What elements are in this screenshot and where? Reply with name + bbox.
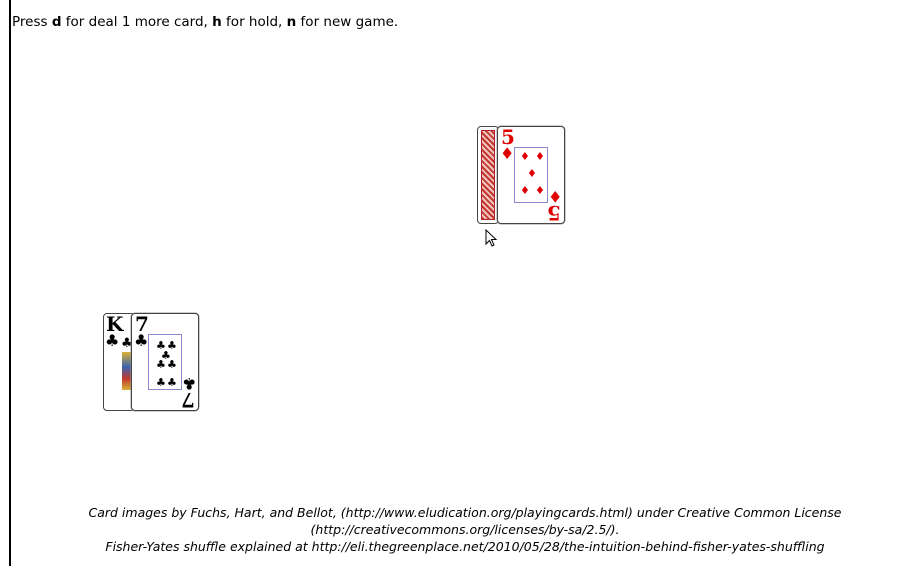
- card-back-pattern: [481, 130, 495, 220]
- card-5-diamonds[interactable]: 5 ♦ ♦ ♦ ♦ ♦ ♦ ♦ 5: [497, 126, 565, 224]
- club-pip-icon: ♣: [167, 376, 177, 389]
- credits: Card images by Fuchs, Hart, and Bellot, …: [12, 504, 918, 555]
- diamond-pip-icon: ♦: [535, 184, 545, 197]
- diamond-pip-icon: ♦: [527, 167, 537, 180]
- club-pip-icon: ♣: [156, 358, 166, 371]
- card-rank-bottom: 7: [181, 388, 195, 411]
- mouse-pointer-icon: [485, 229, 498, 247]
- diamond-icon: ♦: [500, 144, 515, 163]
- instructions-new: for new game.: [296, 14, 399, 30]
- diamond-pip-icon: ♦: [535, 150, 545, 163]
- instructions-text: Press d for deal 1 more card, h for hold…: [12, 14, 398, 30]
- card-pip-box: ♦ ♦ ♦ ♦ ♦: [514, 147, 548, 203]
- key-deal: d: [51, 14, 62, 30]
- club-pip-icon: ♣: [156, 376, 166, 389]
- diamond-pip-icon: ♦: [520, 184, 530, 197]
- key-hold: h: [212, 14, 222, 30]
- credits-line-1: Card images by Fuchs, Hart, and Bellot, …: [88, 505, 842, 520]
- diamond-pip-icon: ♦: [520, 150, 530, 163]
- instructions-prefix: Press: [12, 14, 52, 30]
- key-new: n: [286, 14, 297, 30]
- instructions-hold: for hold,: [221, 14, 287, 30]
- club-icon: ♣: [105, 331, 120, 350]
- credits-line-2: (http://creativecommons.org/licenses/by-…: [310, 522, 620, 537]
- frame-left-border: [9, 0, 11, 566]
- instructions-deal: for deal 1 more card,: [61, 14, 213, 30]
- credits-line-3: Fisher-Yates shuffle explained at http:/…: [105, 539, 825, 554]
- card-7-clubs[interactable]: 7 ♣ ♣ ♣ ♣ ♣ ♣ ♣ ♣ ♣ 7: [131, 313, 199, 411]
- card-pip-box: ♣ ♣ ♣ ♣ ♣ ♣ ♣: [148, 334, 182, 390]
- club-pip-icon: ♣: [167, 358, 177, 371]
- card-rank-bottom: 5: [547, 201, 561, 224]
- card-back[interactable]: [477, 126, 499, 224]
- club-icon: ♣: [134, 331, 149, 350]
